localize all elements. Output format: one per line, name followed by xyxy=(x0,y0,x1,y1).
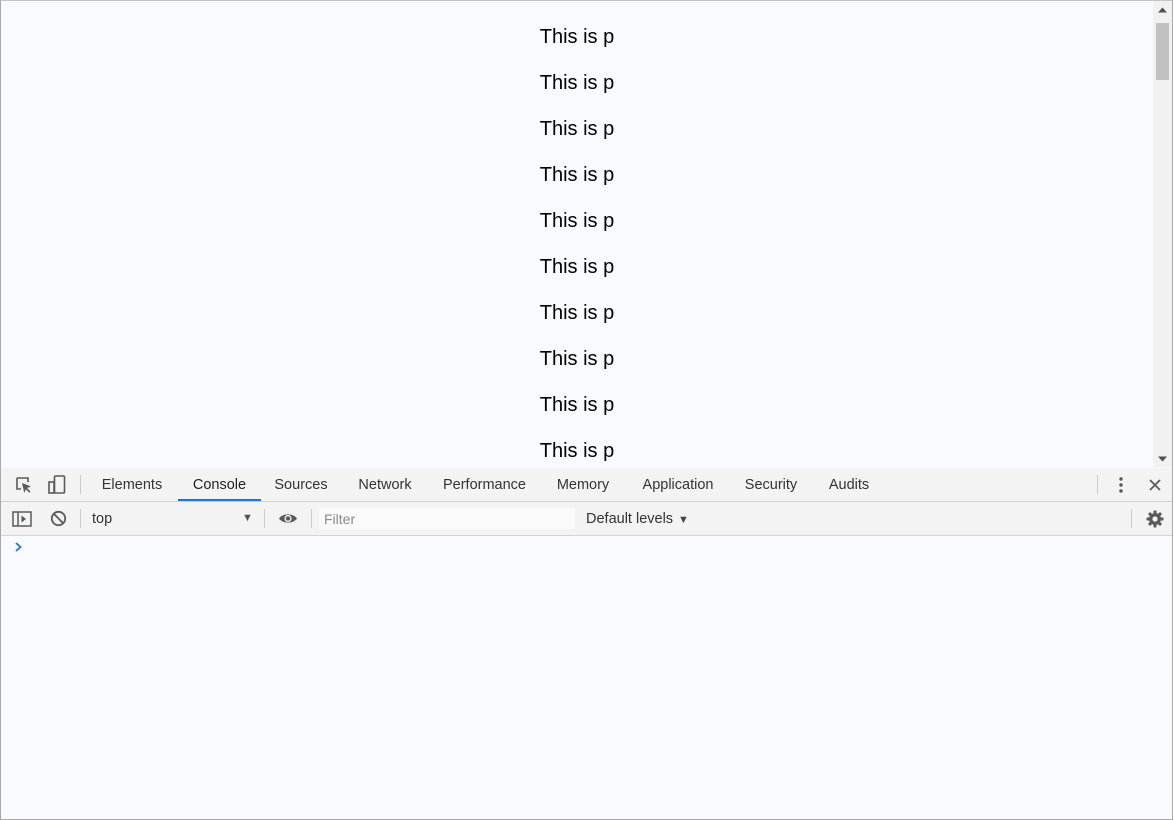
paragraph: This is p xyxy=(539,118,615,140)
toolbar-separator xyxy=(80,509,81,528)
paragraph: This is p xyxy=(539,302,615,324)
paragraph: This is p xyxy=(539,72,615,94)
devtools-panel: Elements Console Sources Network Perform… xyxy=(1,468,1172,819)
tab-performance[interactable]: Performance xyxy=(431,468,538,501)
filter-input[interactable] xyxy=(319,508,575,529)
tab-memory[interactable]: Memory xyxy=(543,468,623,501)
live-expression-eye-icon[interactable] xyxy=(275,502,301,535)
active-tab-indicator xyxy=(178,499,261,501)
tab-application[interactable]: Application xyxy=(629,468,727,501)
toolbar-separator xyxy=(1131,509,1132,528)
toolbar-separator xyxy=(311,509,312,528)
clear-console-icon[interactable] xyxy=(45,502,71,535)
log-levels-dropdown[interactable]: Default levels ▼ xyxy=(586,502,689,535)
console-output[interactable] xyxy=(1,536,1172,819)
paragraph: This is p xyxy=(539,440,615,462)
tab-console[interactable]: Console xyxy=(178,468,261,501)
chevron-right-icon xyxy=(11,540,25,554)
tab-elements[interactable]: Elements xyxy=(90,468,174,501)
toolbar-separator xyxy=(264,509,265,528)
scroll-down-arrow-icon[interactable] xyxy=(1153,450,1172,467)
scrollbar-thumb[interactable] xyxy=(1156,23,1169,80)
tab-audits[interactable]: Audits xyxy=(816,468,882,501)
close-icon[interactable] xyxy=(1142,468,1168,501)
page-viewport: This is p This is p This is p This is p … xyxy=(1,1,1153,467)
paragraph: This is p xyxy=(539,348,615,370)
browser-window: This is p This is p This is p This is p … xyxy=(0,0,1173,820)
console-toolbar: top ▼ Default levels ▼ xyxy=(1,502,1172,536)
tabbar-separator xyxy=(1097,475,1098,494)
chevron-down-icon: ▼ xyxy=(678,514,689,526)
paragraph: This is p xyxy=(539,394,615,416)
devtools-tabbar: Elements Console Sources Network Perform… xyxy=(1,468,1172,502)
paragraph: This is p xyxy=(539,256,615,278)
more-vertical-icon[interactable] xyxy=(1108,468,1134,501)
paragraph: This is p xyxy=(539,210,615,232)
context-dropdown-caret-icon[interactable]: ▼ xyxy=(242,502,253,535)
tab-security[interactable]: Security xyxy=(733,468,809,501)
context-selector[interactable]: top xyxy=(92,502,257,535)
device-toolbar-icon[interactable] xyxy=(44,468,70,501)
paragraph: This is p xyxy=(539,26,615,48)
tabbar-separator xyxy=(80,475,81,494)
inspect-element-icon[interactable] xyxy=(11,468,37,501)
sidebar-toggle-icon[interactable] xyxy=(9,502,35,535)
gear-icon[interactable] xyxy=(1142,502,1168,535)
tab-network[interactable]: Network xyxy=(345,468,425,501)
scroll-up-arrow-icon[interactable] xyxy=(1153,1,1172,18)
page-scrollbar[interactable] xyxy=(1153,1,1172,467)
paragraph: This is p xyxy=(539,164,615,186)
tab-sources[interactable]: Sources xyxy=(263,468,339,501)
log-levels-label: Default levels xyxy=(586,511,674,527)
